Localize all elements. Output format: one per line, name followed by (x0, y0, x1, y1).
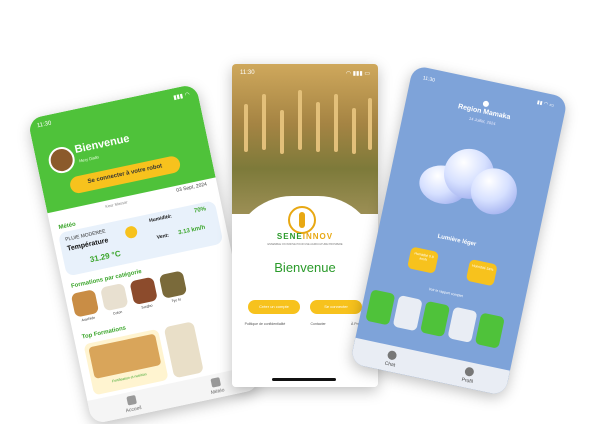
home-icon (126, 394, 137, 406)
login-button[interactable]: Se connecter (310, 300, 362, 314)
wind-label: Vent: (156, 232, 170, 241)
nav-meteo[interactable]: Météo (208, 376, 225, 396)
forecast-day[interactable] (365, 289, 396, 326)
category-label: Coton (112, 309, 123, 316)
temperature-value: 31.29 °C (89, 248, 122, 265)
nav-label: Météo (210, 386, 226, 396)
chat-icon (386, 349, 398, 361)
status-bar: 11:30 ◠ ▮▮▮ ▭ (240, 70, 370, 77)
nav-label: Chat (384, 360, 396, 369)
sun-cloud-icon (124, 225, 139, 240)
category-label: Tye fo (171, 297, 182, 304)
signal-wifi-icon: ▮▮▮ ◠ (172, 92, 191, 102)
welcome-title: Bienvenue (274, 260, 336, 275)
status-time: 11:30 (422, 75, 436, 84)
avatar[interactable] (46, 144, 78, 176)
home-indicator (272, 378, 336, 381)
nav-home[interactable]: Accueil (123, 394, 142, 414)
status-bar: 11:30 ▮▮▮ ◠ (37, 91, 191, 130)
status-time: 11:30 (36, 120, 53, 130)
create-account-button[interactable]: Créer un compte (248, 300, 300, 314)
wind-value: 3.13 km/h (177, 224, 206, 237)
forecast-day[interactable] (447, 306, 478, 343)
forecast-day[interactable] (392, 294, 423, 332)
nav-label: Accueil (125, 404, 143, 414)
category-item[interactable]: Coton (100, 282, 130, 317)
right-phone-weather: 11:30 ▮▮ ◠ ▭ Region Mamaka 14 Juillet, 2… (350, 64, 568, 397)
signal-wifi-icon: ▮▮ ◠ ▭ (536, 99, 555, 109)
greeting-title: Bienvenue (73, 132, 131, 156)
location-pin-icon (482, 100, 490, 108)
category-label: Arachide (81, 315, 96, 323)
humidity-value: 70% (193, 206, 207, 215)
weather-chip: Humidité 0.8 km/h (407, 246, 440, 274)
category-image (158, 270, 188, 299)
forecast-strip (365, 289, 514, 351)
nav-chat[interactable]: Chat (384, 349, 398, 368)
wheat-leaf-icon (299, 212, 305, 228)
tagline: ENSEMBLE ON INNOVE POUR UNE AGRICULTURE … (267, 243, 343, 246)
cloud-icon (415, 140, 526, 219)
location-text: Keur Massar (104, 199, 128, 209)
wheat-background-image (232, 64, 378, 214)
top-formation-card[interactable] (163, 321, 204, 379)
privacy-link[interactable]: Politique de confidentialité (245, 322, 286, 326)
weather-card[interactable]: PLUIE MODEREE Température 31.29 °C Humid… (57, 200, 224, 277)
nav-profile[interactable]: Profil (461, 365, 476, 385)
category-list: Arachide Coton Sorgho Tye fo (70, 270, 189, 323)
category-label: Sorgho (141, 303, 153, 310)
profile-icon (463, 365, 475, 377)
cloud-icon (210, 376, 222, 388)
category-image (70, 289, 100, 318)
nav-label: Profil (461, 376, 474, 385)
logo-text-a: SENE (276, 232, 303, 241)
forecast-day[interactable] (474, 312, 505, 349)
logo-text-b: INNOV (302, 232, 334, 241)
category-item[interactable]: Arachide (70, 289, 101, 323)
footer-links: Politique de confidentialité Contacter À… (232, 322, 378, 326)
user-name: Mery Diallo (78, 154, 100, 164)
signal-wifi-icon: ◠ ▮▮▮ ▭ (345, 71, 370, 77)
bottom-nav: Chat Profil (350, 337, 510, 397)
humidity-label: Humidité: (148, 213, 173, 225)
forecast-day[interactable] (420, 300, 451, 338)
dashboard-header: 11:30 ▮▮▮ ◠ Bienvenue Mery Diallo Se con… (27, 83, 216, 214)
category-item[interactable]: Tye fo (158, 270, 189, 304)
contact-link[interactable]: Contacter (311, 322, 326, 326)
left-phone-dashboard: 11:30 ▮▮▮ ◠ Bienvenue Mery Diallo Se con… (27, 83, 261, 424)
category-image (100, 282, 129, 312)
brand-logo: SENEINNOV (232, 232, 378, 241)
category-image (129, 276, 158, 306)
category-item[interactable]: Sorgho (129, 276, 159, 311)
status-time: 11:30 (240, 70, 255, 76)
weather-chip: Humidité 54% (465, 258, 498, 287)
